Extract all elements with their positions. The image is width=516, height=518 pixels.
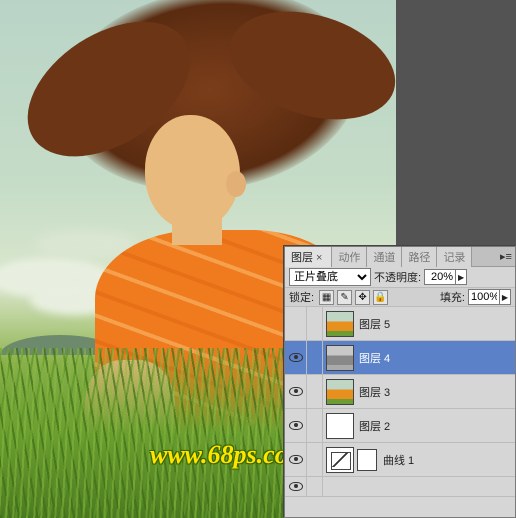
fill-label: 填充: — [440, 289, 465, 305]
layer-name[interactable]: 图层 4 — [357, 350, 515, 366]
layer-row[interactable]: 曲线 1 — [285, 443, 515, 477]
layer-name[interactable]: 图层 5 — [357, 316, 515, 332]
close-icon[interactable]: × — [316, 252, 322, 264]
lock-position-icon[interactable]: ✥ — [355, 290, 370, 305]
blend-opacity-row: 正片叠底 不透明度: ▶ — [285, 267, 515, 287]
eye-icon — [289, 455, 303, 464]
eye-icon — [289, 387, 303, 396]
eye-icon — [289, 482, 303, 491]
link-column — [307, 341, 323, 375]
layer-thumbnail[interactable] — [326, 413, 354, 439]
layer-thumbnail[interactable] — [326, 345, 354, 371]
link-column — [307, 477, 323, 497]
tab-layers[interactable]: 图层× — [285, 247, 332, 267]
visibility-toggle[interactable] — [285, 409, 307, 443]
link-column — [307, 443, 323, 477]
panel-menu-icon[interactable]: ▸≡ — [497, 250, 515, 263]
layer-row[interactable]: 图层 4 — [285, 341, 515, 375]
layers-panel: 图层× 动作 通道 路径 记录 ▸≡ 正片叠底 不透明度: ▶ 锁定: ▦ ✎ … — [284, 246, 516, 518]
chevron-right-icon[interactable]: ▶ — [499, 290, 510, 304]
layers-list: 图层 5 图层 4 图层 3 图层 2 曲线 1 — [285, 307, 515, 497]
visibility-toggle[interactable] — [285, 307, 307, 341]
link-column — [307, 307, 323, 341]
lock-pixels-icon[interactable]: ✎ — [337, 290, 352, 305]
lock-all-icon[interactable]: 🔒 — [373, 290, 388, 305]
layer-name[interactable]: 曲线 1 — [381, 452, 515, 468]
lock-label: 锁定: — [289, 289, 314, 305]
layer-row[interactable] — [285, 477, 515, 497]
lock-transparency-icon[interactable]: ▦ — [319, 290, 334, 305]
layer-row[interactable]: 图层 5 — [285, 307, 515, 341]
layer-row[interactable]: 图层 3 — [285, 375, 515, 409]
fill-input[interactable] — [469, 291, 499, 303]
visibility-toggle[interactable] — [285, 477, 307, 497]
tab-channels[interactable]: 通道 — [367, 247, 402, 267]
opacity-input[interactable] — [425, 271, 455, 283]
tab-paths[interactable]: 路径 — [402, 247, 437, 267]
adjustment-thumbnail[interactable] — [326, 447, 354, 473]
visibility-toggle[interactable] — [285, 341, 307, 375]
layer-thumbnail[interactable] — [326, 379, 354, 405]
layer-name[interactable]: 图层 2 — [357, 418, 515, 434]
opacity-label: 不透明度: — [374, 269, 421, 285]
chevron-right-icon[interactable]: ▶ — [455, 270, 466, 284]
visibility-toggle[interactable] — [285, 375, 307, 409]
blend-mode-select[interactable]: 正片叠底 — [289, 268, 371, 286]
lock-fill-row: 锁定: ▦ ✎ ✥ 🔒 填充: ▶ — [285, 287, 515, 307]
layer-name[interactable]: 图层 3 — [357, 384, 515, 400]
tab-actions[interactable]: 动作 — [332, 247, 367, 267]
eye-icon — [289, 421, 303, 430]
figure-head — [145, 115, 240, 230]
eye-icon — [289, 353, 303, 362]
layer-row[interactable]: 图层 2 — [285, 409, 515, 443]
layer-thumbnail[interactable] — [326, 311, 354, 337]
tab-history[interactable]: 记录 — [437, 247, 472, 267]
layer-mask-thumbnail[interactable] — [357, 449, 377, 471]
link-column — [307, 409, 323, 443]
visibility-toggle[interactable] — [285, 443, 307, 477]
link-column — [307, 375, 323, 409]
panel-tabs: 图层× 动作 通道 路径 记录 ▸≡ — [285, 247, 515, 267]
